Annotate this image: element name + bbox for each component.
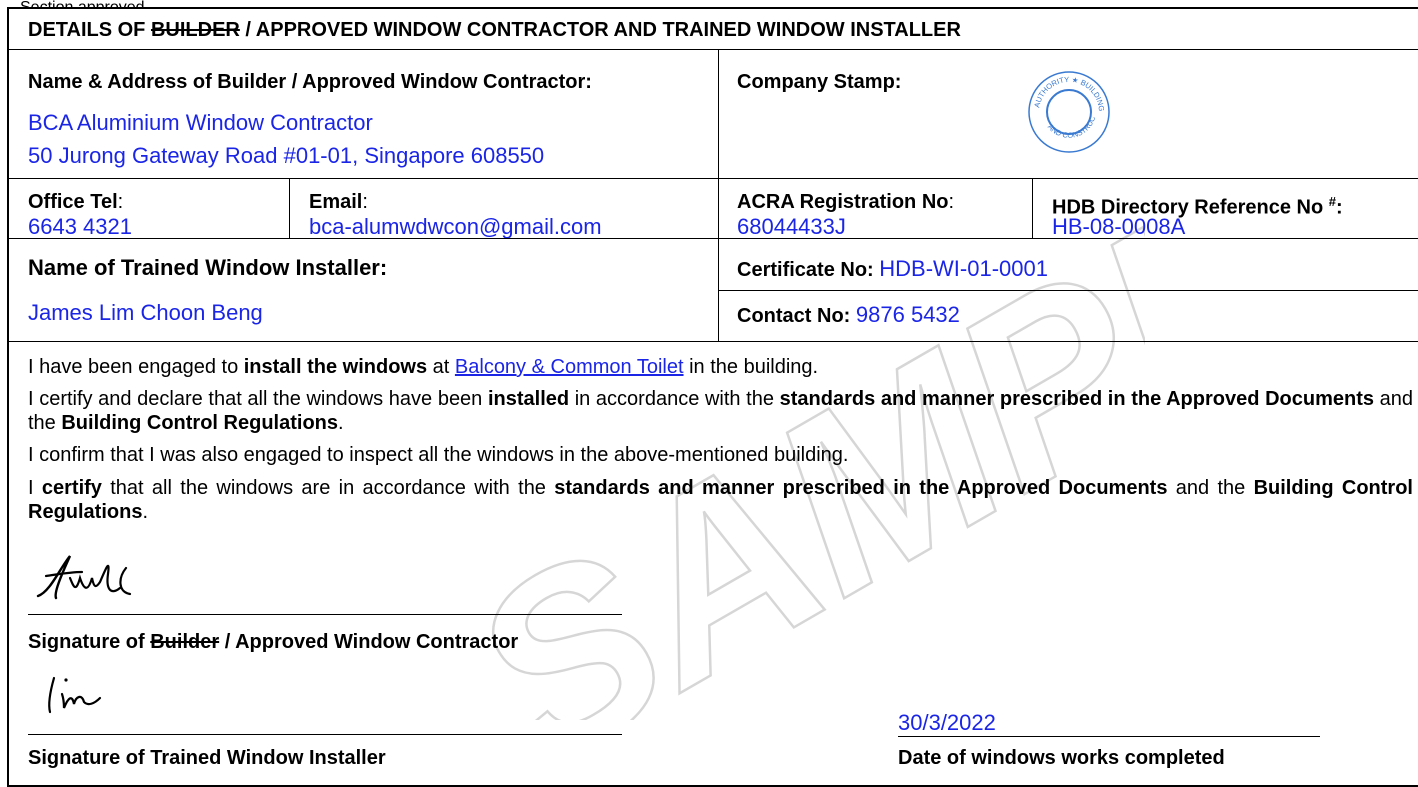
top-cutoff-text: Section approved: [20, 0, 200, 7]
installer-name: James Lim Choon Beng: [28, 300, 263, 325]
divider: [7, 49, 1418, 50]
completion-date-label: Date of windows works completed: [898, 747, 1225, 769]
contractor-signature: [36, 555, 132, 600]
signature-line: [28, 614, 622, 615]
builder-label: Name & Address of Builder / Approved Win…: [28, 71, 592, 93]
signature-line: [28, 734, 622, 735]
date-line: [898, 736, 1320, 737]
location-link[interactable]: Balcony & Common Toilet: [455, 356, 684, 378]
office-tel-value: 6643 4321: [28, 214, 132, 239]
hdb-value: HB-08-0008A: [1052, 214, 1186, 239]
divider: [289, 178, 290, 238]
divider: [1032, 178, 1033, 238]
section-header: DETAILS OF BUILDER / APPROVED WINDOW CON…: [28, 19, 961, 41]
builder-name: BCA Aluminium Window Contractor: [28, 110, 373, 135]
acra-label: ACRA Registration No:: [737, 191, 955, 213]
statement-certify-accordance: I certify that all the windows are in ac…: [28, 477, 1413, 523]
email-label: Email:: [309, 191, 368, 213]
statement-install: I have been engaged to install the windo…: [28, 356, 819, 378]
acra-value: 68044433J: [737, 214, 846, 239]
installer-signature-label: Signature of Trained Window Installer: [28, 747, 386, 769]
certificate-no: Certificate No: HDB-WI-01-0001: [737, 256, 1048, 281]
company-stamp-icon: AUTHORITY ★ BUILDING AND CONSTRUCTION: [1027, 70, 1110, 153]
divider: [7, 238, 1418, 239]
installer-label: Name of Trained Window Installer:: [28, 255, 388, 280]
struck-builder: BUILDER: [150, 19, 240, 41]
statement-certify-installed: I certify and declare that all the windo…: [28, 388, 1413, 434]
divider: [7, 341, 1418, 342]
contact-no: Contact No: 9876 5432: [737, 302, 960, 327]
email-value: bca-alumwdwcon@gmail.com: [309, 214, 602, 239]
contractor-signature-label: Signature of Builder / Approved Window C…: [28, 631, 519, 653]
divider: [718, 49, 719, 238]
stamp-label: Company Stamp:: [737, 71, 902, 93]
installer-signature: [48, 676, 102, 714]
builder-address: 50 Jurong Gateway Road #01-01, Singapore…: [28, 143, 545, 168]
completion-date: 30/3/2022: [898, 710, 996, 735]
statement-inspect: I confirm that I was also engaged to ins…: [28, 444, 849, 466]
divider: [718, 290, 1418, 291]
office-tel-label: Office Tel:: [28, 191, 124, 213]
divider: [7, 178, 1418, 179]
